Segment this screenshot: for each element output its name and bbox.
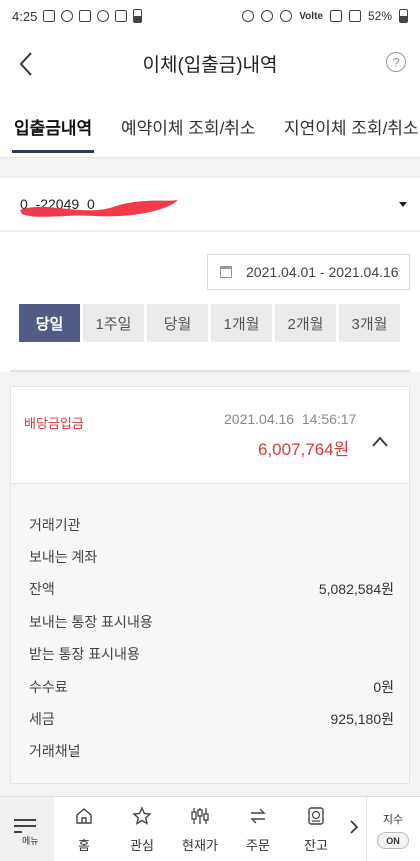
nav-home[interactable]: 홈 [56,797,112,861]
period-today-button[interactable]: 당일 [19,304,80,342]
redaction-scribble [20,200,178,217]
detail-value: 0원 [373,679,394,695]
help-icon: ? [392,54,400,70]
period-1week-button[interactable]: 1주일 [83,304,144,342]
period-buttons: 당일 1주일 당월 1개월 2개월 3개월 [19,304,400,342]
detail-row: 거래채널 [29,741,394,761]
menu-button[interactable]: 메뉴 [0,797,54,861]
battery-icon [399,9,408,23]
wifi-icon [329,10,342,22]
calendar-icon [220,266,232,278]
order-icon [250,808,266,824]
detail-label: 세금 [29,711,55,727]
detail-row: 보내는 통장 표시내용 [29,612,394,632]
nav-favorites[interactable]: 관심 [114,797,170,861]
chevron-right-icon[interactable] [347,819,361,835]
detail-value: 925,180원 [330,711,395,727]
period-3month-button[interactable]: 3개월 [339,304,400,342]
detail-label: 보내는 계좌 [29,549,98,565]
balance-icon [308,807,324,825]
detail-row: 보내는 계좌 [29,547,394,567]
help-button[interactable]: ? [386,52,406,72]
nav-current-price[interactable]: 현재가 [172,797,228,861]
date-filter-panel: 2021.04.01 - 2021.04.16 당일 1주일 당월 1개월 2개… [0,232,420,372]
transaction-type: 배당금입금 [24,416,84,431]
status-bar: 4:25 Volte 52% [0,0,420,32]
transaction-amount: 6,007,764원 [258,440,350,459]
divider [10,370,410,372]
charging-icon [133,9,143,23]
app-header: 이체(입출금)내역 ? [0,32,420,94]
detail-row: 거래기관 [29,515,394,535]
detail-row: 수수료 0원 [29,677,394,697]
signal-icon [348,10,361,22]
date-range-picker[interactable]: 2021.04.01 - 2021.04.16 [207,254,410,290]
nav-balance-label: 잔고 [304,838,328,853]
mute-icon [43,10,56,22]
dropdown-caret-icon [399,202,407,207]
detail-label: 받는 통장 표시내용 [29,646,140,662]
location-icon [242,10,255,22]
index-toggle[interactable]: ON [377,832,409,849]
star-icon [132,806,152,825]
page-title: 이체(입출금)내역 [142,54,278,76]
chevron-left-icon [19,52,32,76]
app-icon [79,10,92,22]
alarm-icon [280,10,293,22]
detail-value: 5,082,584원 [318,581,394,597]
accessibility-icon [97,10,110,22]
detail-row: 세금 925,180원 [29,709,394,729]
index-toggle-panel: 지수 ON [366,797,420,861]
transaction-date: 2021.04.16 [224,411,295,427]
transaction-summary[interactable]: 배당금입금 2021.04.16 14:56:17 6,007,764원 [11,387,409,484]
tab-delayed-transfer[interactable]: 지연이체 조회/취소 [284,114,419,139]
home-icon [76,808,92,824]
tab-scheduled-transfer[interactable]: 예약이체 조회/취소 [121,114,256,139]
notification-icons [43,9,143,23]
notification-icon [61,10,74,22]
transaction-time: 14:56:17 [301,411,357,427]
nav-home-label: 홈 [78,838,90,853]
period-2month-button[interactable]: 2개월 [275,304,336,342]
price-icon [191,808,209,824]
system-icons: Volte 52% [242,9,408,23]
status-time: 4:25 [12,8,38,24]
bottom-navigation: 메뉴 홈 관심 현재가 주문 잔고 지수 ON [0,796,420,861]
tab-bar: 입출금내역 예약이체 조회/취소 지연이체 조회/취소 [0,94,420,158]
detail-label: 보내는 통장 표시내용 [29,614,153,630]
nav-favorites-label: 관심 [130,838,154,853]
nav-order[interactable]: 주문 [230,797,286,861]
nav-current-price-label: 현재가 [182,838,218,853]
detail-label: 잔액 [29,581,55,597]
transaction-datetime: 2021.04.16 14:56:17 [224,411,356,427]
transaction-card: 배당금입금 2021.04.16 14:56:17 6,007,764원 거래기… [10,386,410,784]
active-tab-indicator [12,150,94,153]
detail-row: 잔액 5,082,584원 [29,579,394,599]
index-label: 지수 [382,814,404,826]
detail-row: 받는 통장 표시내용 [29,644,394,664]
network-label: Volte [299,10,323,22]
nav-order-label: 주문 [246,838,270,853]
menu-label: 메뉴 [22,836,39,846]
period-this-month-button[interactable]: 당월 [147,304,208,342]
bluetooth-icon [261,10,274,22]
back-button[interactable] [10,48,42,80]
photo-icon [115,10,128,22]
tab-deposit-withdrawal[interactable]: 입출금내역 [14,114,92,139]
hamburger-icon-line [14,831,22,833]
transfer-history-screen: 4:25 Volte 52% 이체(입출금)내역 ? 입출금내역 예약이체 조회… [0,0,420,861]
detail-label: 거래채널 [29,743,81,759]
nav-balance[interactable]: 잔고 [288,797,344,861]
date-range-text: 2021.04.01 - 2021.04.16 [246,264,399,280]
chevron-up-icon[interactable] [369,431,391,453]
detail-label: 거래기관 [29,517,81,533]
hamburger-icon [14,819,36,821]
battery-percent: 52% [367,9,392,23]
detail-label: 수수료 [29,679,68,695]
hamburger-icon-line [14,825,36,827]
period-1month-button[interactable]: 1개월 [211,304,272,342]
